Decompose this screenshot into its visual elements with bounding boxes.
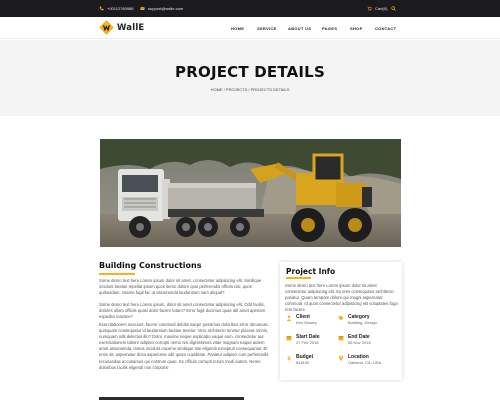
info-value: Oakland, CA, USA [348,360,382,365]
nav-about-us[interactable]: ABOUT US [288,17,311,39]
top-bar: +00112780988 support@walle.com Cart(0) [0,0,500,17]
site-logo[interactable]: WallE [99,20,144,35]
info-value: 27 Feb 2018 [296,340,319,345]
project-info-card: Project Info Some demo text here Lorem i… [280,262,402,380]
map-pin-icon [338,355,344,361]
section-title: Building Constructions [99,261,202,270]
search-button[interactable] [391,0,399,17]
project-info-underline [286,277,311,279]
info-end-date: End Date 06 Nov 2018 [338,334,371,346]
project-info-text: Some demo text here Lorem ipsum dolor si… [285,283,398,312]
info-client: Client Kim Slowey [286,314,317,326]
tag-icon [338,315,344,321]
phone-number: +00112780988 [107,6,134,11]
nav-pages[interactable]: PAGES [322,17,337,39]
project-photo [100,139,401,247]
nav-shop[interactable]: SHOP [350,17,363,39]
main-header: WallE HOME SERVICE ABOUT US PAGES SHOP C… [0,17,500,39]
page-hero: PROJECT DETAILS HOME / PROJECTS / PROJEC… [0,40,500,116]
paragraph-2: Some demo text here Lorem ipsum, dolor s… [99,302,266,320]
envelope-icon [140,6,145,10]
project-info-title: Project Info [286,267,336,276]
user-icon [286,315,292,321]
section-title-underline [99,273,135,275]
info-location: Location Oakland, CA, USA [338,354,381,366]
info-value: Kim Slowey [296,320,317,325]
svg-text:$: $ [287,356,291,361]
logo-text: WallE [117,22,145,33]
cart-label: Cart(0) [375,6,388,11]
cart-icon [367,6,372,11]
phone-icon [99,6,104,11]
page-title: PROJECT DETAILS [175,63,325,81]
calendar-icon [338,336,344,341]
calendar-icon [286,336,292,341]
breadcrumb[interactable]: HOME / PROJECTS / PROJECTS DETAILS [0,87,500,92]
nav-contact[interactable]: CONTACT [375,17,396,39]
nav-home[interactable]: HOME [231,17,244,39]
info-budget: $ Budget $18100 [286,354,313,366]
info-value: $18100 [296,360,310,365]
construction-image [100,139,401,247]
search-icon [391,6,396,11]
top-email[interactable]: support@walle.com [140,0,183,17]
email-address: support@walle.com [148,6,184,11]
info-value: 06 Nov 2018 [348,340,371,345]
paragraph-3: Exercitationem nesciunt, facere commodi … [99,322,269,370]
nav-service[interactable]: SERVICE [257,17,277,39]
info-value: Building, Design [348,320,377,325]
logo-icon [99,20,114,35]
info-category: Category Building, Design [338,314,377,326]
info-start-date: Start Date 27 Feb 2018 [286,334,320,346]
cart-link[interactable]: Cart(0) [367,0,387,17]
top-phone[interactable]: +00112780988 [99,0,134,17]
paragraph-1: Some demo text here Lorem ipsum dolor si… [99,278,262,296]
dollar-icon: $ [287,356,291,361]
